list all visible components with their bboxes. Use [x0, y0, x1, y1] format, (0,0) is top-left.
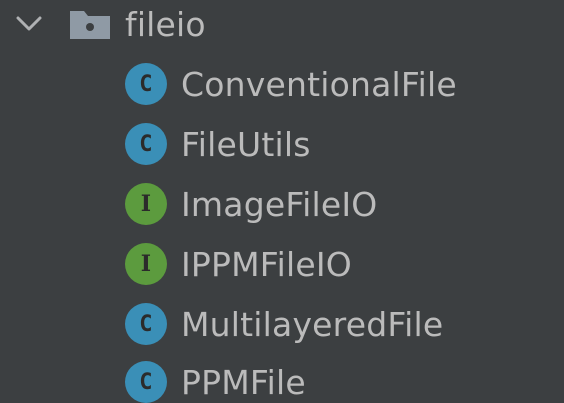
interface-icon: I [125, 243, 167, 285]
tree-node-fileio[interactable]: fileio [14, 0, 206, 48]
class-icon: C [125, 361, 167, 403]
tree-node-fileutils[interactable]: C FileUtils [125, 120, 311, 168]
tree-node-multilayeredfile[interactable]: C MultilayeredFile [125, 300, 443, 348]
tree-node-label: ConventionalFile [181, 64, 457, 104]
class-icon: C [125, 63, 167, 105]
chevron-down-icon[interactable] [14, 9, 44, 39]
class-icon: C [125, 303, 167, 345]
tree-node-label: PPMFile [181, 362, 306, 402]
tree-node-label: IPPMFileIO [181, 244, 352, 284]
folder-label: fileio [125, 4, 206, 44]
class-icon: C [125, 123, 167, 165]
tree-node-conventionalfile[interactable]: C ConventionalFile [125, 60, 457, 108]
tree-node-ppmfile[interactable]: C PPMFile [125, 358, 306, 403]
project-tree: fileio C ConventionalFile C FileUtils I … [0, 0, 564, 403]
tree-node-imagefileio[interactable]: I ImageFileIO [125, 180, 377, 228]
folder-icon [68, 7, 112, 41]
tree-node-ippmfileio[interactable]: I IPPMFileIO [125, 240, 352, 288]
tree-node-label: MultilayeredFile [181, 304, 444, 344]
tree-node-label: ImageFileIO [181, 184, 378, 224]
tree-node-label: FileUtils [181, 124, 311, 164]
interface-icon: I [125, 183, 167, 225]
